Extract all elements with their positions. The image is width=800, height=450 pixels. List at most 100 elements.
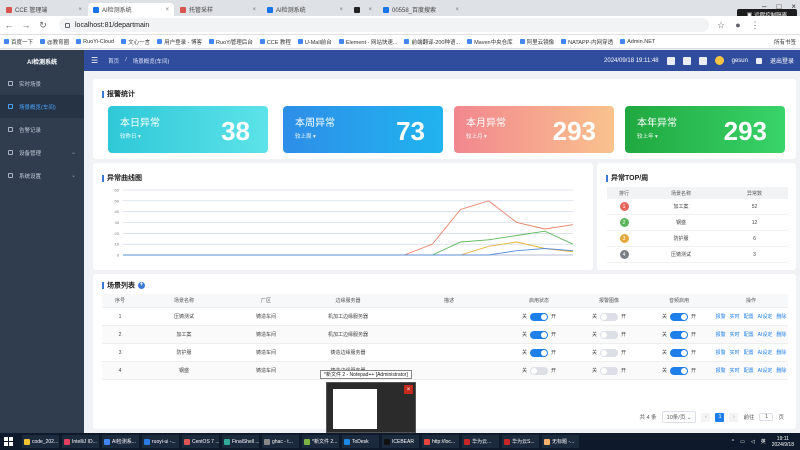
sidebar-item-alarm-records[interactable]: 告警记录 [0, 118, 84, 141]
audio-switch[interactable]: 关开 [644, 348, 714, 357]
toggle-switch[interactable] [600, 312, 618, 321]
bookmark-item[interactable]: 百度一下 [4, 38, 33, 46]
chevron-up-icon[interactable]: ^ [732, 439, 734, 445]
browser-tab[interactable]: 托管采样 × [175, 3, 261, 16]
taskbar-app[interactable]: 无标题 -... [542, 435, 579, 448]
toggle-switch[interactable] [600, 366, 618, 375]
home-icon[interactable] [666, 56, 675, 65]
bookmark-item[interactable]: 文心一言 [121, 38, 150, 46]
breadcrumb-home[interactable]: 首页 [108, 57, 119, 65]
enabled-switch[interactable]: 关开 [504, 348, 574, 357]
menu-toggle-icon[interactable]: ☰ [91, 56, 98, 65]
bookmark-item[interactable]: @教育圈 [40, 38, 69, 46]
close-icon[interactable]: × [455, 7, 459, 13]
avatar[interactable] [714, 56, 724, 65]
taskbar-preview[interactable]: × [326, 382, 416, 433]
row-action-link[interactable]: AI设定 [758, 349, 773, 356]
browser-tab[interactable]: CCE 管理端 × [1, 3, 87, 16]
row-action-link[interactable]: 实时 [730, 349, 740, 356]
browser-tab[interactable]: 00558_百度搜索 × [378, 3, 464, 16]
menu-icon[interactable]: ⋮ [750, 20, 760, 31]
logout-link[interactable]: 退出登录 [770, 56, 794, 65]
close-icon[interactable]: × [339, 7, 343, 13]
audio-switch[interactable]: 关开 [644, 312, 714, 321]
reload-icon[interactable]: ↻ [38, 20, 48, 31]
row-action-link[interactable]: 删除 [776, 349, 786, 356]
page-number-current[interactable]: 1 [715, 412, 725, 422]
taskbar-app[interactable]: ghac - t... [262, 435, 299, 448]
back-icon[interactable]: ← [4, 20, 14, 30]
row-action-link[interactable]: 实时 [730, 367, 740, 374]
url-field[interactable]: localhost:81/departmain [59, 18, 709, 32]
taskbar-app[interactable]: *新文件 2... [302, 435, 339, 448]
clock[interactable]: 19:11 2024/9/18 [772, 436, 794, 448]
lock-icon[interactable] [682, 56, 691, 65]
audio-switch[interactable]: 关开 [644, 366, 714, 375]
browser-tab[interactable]: × [349, 3, 377, 16]
bookmark-item[interactable]: Element - 网站快速... [338, 38, 397, 46]
row-action-link[interactable]: 删除 [776, 313, 786, 320]
taskbar-app[interactable]: AI检测系... [102, 435, 139, 448]
stat-compare[interactable]: 较上年 ▾ [637, 132, 658, 140]
row-action-link[interactable]: 删除 [776, 367, 786, 374]
taskbar-app[interactable]: ruoyi-ui -... [142, 435, 179, 448]
taskbar-app[interactable]: FinalShell ... [222, 435, 259, 448]
start-icon[interactable] [4, 437, 13, 446]
sidebar-item-realtime[interactable]: 实时场景 [0, 72, 84, 95]
browser-tab-active[interactable]: AI检测系统 × [88, 3, 174, 16]
row-action-link[interactable]: AI设定 [758, 367, 773, 374]
row-action-link[interactable]: 报警 [716, 313, 726, 320]
row-action-link[interactable]: 配置 [744, 331, 754, 338]
stat-compare[interactable]: 较昨日 ▾ [120, 132, 141, 140]
taskbar-app[interactable]: 华为云... [462, 435, 499, 448]
page-size-select[interactable]: 10条/页 ⌄ [661, 411, 697, 423]
site-info-icon[interactable] [65, 22, 70, 28]
bookmark-item[interactable]: Admin.NET [620, 39, 655, 45]
row-action-link[interactable]: 报警 [716, 331, 726, 338]
taskbar-app[interactable]: IntelliJ ID... [62, 435, 99, 448]
toggle-switch[interactable] [530, 312, 548, 321]
row-action-link[interactable]: 配置 [744, 313, 754, 320]
taskbar-app[interactable]: http://loc... [422, 435, 459, 448]
toggle-switch[interactable] [670, 348, 688, 357]
stat-compare[interactable]: 较上周 ▾ [295, 132, 316, 140]
enabled-switch[interactable]: 关开 [504, 330, 574, 339]
goto-page-input[interactable]: 1 [759, 413, 774, 421]
bookmark-item[interactable]: 前端翻译-200种语... [404, 38, 460, 46]
enabled-switch[interactable]: 关开 [504, 366, 574, 375]
network-icon[interactable]: ▭ [740, 439, 745, 445]
close-icon[interactable]: × [252, 7, 256, 13]
row-action-link[interactable]: 报警 [716, 349, 726, 356]
sidebar-item-devices[interactable]: 设备管理 ⌄ [0, 141, 84, 164]
alarm-image-switch[interactable]: 关开 [574, 330, 644, 339]
bookmark-item[interactable]: RuoYi管理后台 [209, 38, 253, 46]
toggle-switch[interactable] [670, 366, 688, 375]
username[interactable]: gesun [732, 58, 748, 64]
taskbar-app[interactable]: CentOS 7 ... [182, 435, 219, 448]
toggle-switch[interactable] [600, 348, 618, 357]
fullscreen-icon[interactable] [698, 56, 707, 65]
row-action-link[interactable]: 实时 [730, 331, 740, 338]
next-page-button[interactable]: › [729, 412, 739, 422]
stat-compare[interactable]: 较上月 ▾ [466, 132, 487, 140]
close-icon[interactable]: × [368, 7, 372, 13]
bookmark-item[interactable]: NATAPP-内网穿透 [561, 38, 613, 46]
taskbar-app[interactable]: ToDesk [342, 435, 379, 448]
alarm-image-switch[interactable]: 关开 [574, 366, 644, 375]
close-icon[interactable]: × [404, 385, 413, 394]
preview-thumbnail[interactable] [333, 389, 377, 429]
toggle-switch[interactable] [530, 330, 548, 339]
close-icon[interactable]: × [165, 7, 169, 13]
toggle-switch[interactable] [670, 312, 688, 321]
row-action-link[interactable]: 删除 [776, 331, 786, 338]
volume-icon[interactable]: ◁ [751, 439, 755, 445]
sidebar-item-settings[interactable]: 系统设置 ⌄ [0, 164, 84, 187]
row-action-link[interactable]: AI设定 [758, 331, 773, 338]
row-action-link[interactable]: 实时 [730, 313, 740, 320]
row-action-link[interactable]: 报警 [716, 367, 726, 374]
audio-switch[interactable]: 关开 [644, 330, 714, 339]
sidebar-item-scene-overview[interactable]: 场景概览(车间) [0, 95, 84, 118]
logout-icon[interactable] [755, 57, 762, 64]
bookmark-item[interactable]: 用户登录 - 博客 [157, 38, 202, 46]
prev-page-button[interactable]: ‹ [701, 412, 711, 422]
